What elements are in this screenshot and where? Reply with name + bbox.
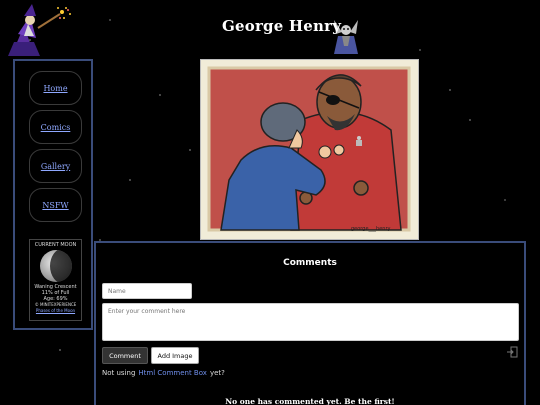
empty-comments-message: No one has commented yet. Be the first! (225, 397, 395, 405)
sidebar-nav: Home Comics Gallery NSFW CURRENT MOON Wa… (13, 59, 93, 330)
site-title: George Henry (222, 17, 342, 35)
moon-phases-link[interactable]: Phases of the Moon (36, 308, 75, 313)
comic-illustration: george___henry (207, 66, 411, 232)
comment-button[interactable]: Comment (102, 347, 148, 364)
comic-signature: george___henry (351, 226, 390, 232)
nav-home-link[interactable]: Home (29, 71, 82, 105)
comments-heading: Comments (283, 258, 337, 268)
not-using-suffix: yet? (209, 369, 225, 377)
moon-icon (39, 250, 72, 282)
moon-heading: CURRENT MOON (34, 242, 77, 248)
name-input[interactable] (102, 283, 192, 299)
nav-nsfw-link[interactable]: NSFW (29, 188, 82, 222)
nav-comics-link[interactable]: Comics (29, 110, 82, 144)
html-comment-box-link[interactable]: Html Comment Box (138, 369, 207, 377)
comments-panel: Comments Comment Add Image Not usingHtml… (94, 241, 526, 405)
not-using-text: Not using Html Comment Box yet? (102, 369, 225, 377)
nav-gallery-link[interactable]: Gallery (29, 149, 82, 183)
not-using-prefix: Not using (102, 369, 136, 377)
comment-textarea[interactable] (102, 303, 519, 341)
comic-image: george___henry (200, 59, 419, 240)
moon-widget: CURRENT MOON Waning Crescent 11% of Full… (29, 239, 82, 321)
wizard-left-image (8, 4, 71, 56)
add-image-button[interactable]: Add Image (151, 347, 199, 364)
login-icon[interactable] (506, 346, 518, 358)
